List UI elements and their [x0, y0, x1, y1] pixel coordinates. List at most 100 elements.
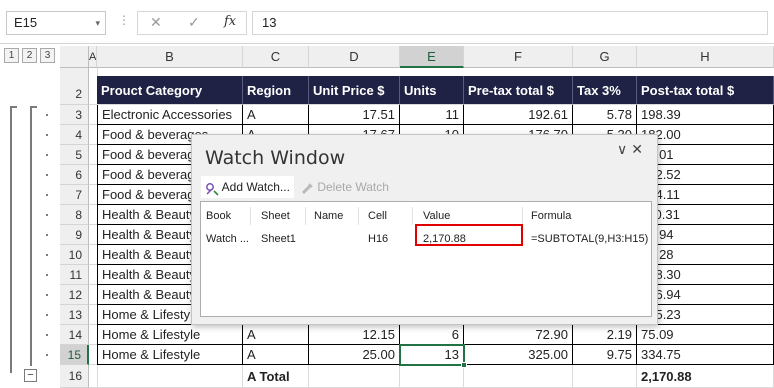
row-header-9[interactable]: 9 [60, 225, 89, 245]
watch-col-book[interactable]: Book [201, 207, 251, 225]
column-header-c[interactable]: C [243, 46, 309, 68]
table-cell[interactable]: 25.00 [309, 345, 400, 365]
table-cell[interactable]: 6 [400, 325, 464, 345]
column-header-f[interactable]: F [464, 46, 573, 68]
table-cell[interactable]: Home & Lifestyle [97, 325, 243, 345]
name-box-value: E15 [14, 15, 38, 30]
row-header-8[interactable]: 8 [60, 205, 89, 225]
table-header-cell[interactable]: Post-tax total $ [637, 76, 774, 105]
table-cell[interactable]: 198.39 [637, 105, 774, 125]
outline-bar-level2-cap [30, 106, 37, 108]
column-header-g[interactable]: G [573, 46, 637, 68]
row-header-4[interactable]: 4 [60, 125, 89, 145]
row-header-12[interactable]: 12 [60, 285, 89, 305]
row-header-5[interactable]: 5 [60, 145, 89, 165]
outline-dot [46, 274, 48, 276]
total-row-cell[interactable]: A Total [243, 365, 309, 388]
table-header-cell[interactable]: Units [400, 76, 464, 105]
table-cell[interactable]: 11 [400, 105, 464, 125]
add-watch-button[interactable]: Add Watch... [201, 176, 294, 198]
column-header-b[interactable]: B [97, 46, 243, 68]
watch-col-cell[interactable]: Cell [363, 207, 413, 225]
delete-watch-button[interactable]: Delete Watch [296, 176, 393, 198]
outline-dot [46, 354, 48, 356]
table-cell[interactable]: 75.09 [637, 325, 774, 345]
collapse-group-button[interactable]: − [24, 369, 37, 382]
row-header-7[interactable]: 7 [60, 185, 89, 205]
table-cell[interactable]: 72.90 [464, 325, 573, 345]
watch-col-name[interactable]: Name [309, 207, 359, 225]
table-cell[interactable]: A [243, 345, 309, 365]
outline-dot [46, 174, 48, 176]
watch-formula: =SUBTOTAL(9,H3:H15) [531, 233, 649, 245]
column-header-h[interactable]: H [637, 46, 774, 68]
total-row-cell[interactable] [464, 365, 573, 388]
table-cell[interactable]: 9.75 [573, 345, 637, 365]
total-row-cell[interactable] [573, 365, 637, 388]
fill-handle[interactable] [461, 362, 467, 368]
row-header-6[interactable]: 6 [60, 165, 89, 185]
column-header-a[interactable]: A [89, 46, 97, 68]
table-cell[interactable]: A [243, 105, 309, 125]
selected-cell-outline [399, 344, 465, 366]
table-header-cell[interactable]: Pre-tax total $ [464, 76, 573, 105]
table-header-cell[interactable]: Region [243, 76, 309, 105]
outline-dot [46, 314, 48, 316]
row-header-14[interactable]: 14 [60, 325, 89, 345]
row-header-15[interactable]: 15 [60, 345, 89, 365]
window-controls: ∨✕ [617, 141, 647, 158]
total-row-cell[interactable] [400, 365, 464, 388]
watch-cell: H16 [368, 233, 389, 245]
total-row-cell[interactable] [97, 365, 243, 388]
watch-col-value[interactable]: Value [418, 207, 523, 225]
table-cell[interactable]: 12.15 [309, 325, 400, 345]
outline-dot [46, 234, 48, 236]
table-cell[interactable]: Electronic Accessories [97, 105, 243, 125]
watch-window-title: Watch Window [205, 147, 346, 169]
watch-col-formula[interactable]: Formula [526, 207, 646, 225]
row-header-10[interactable]: 10 [60, 245, 89, 265]
column-header-e[interactable]: E [400, 46, 464, 68]
outline-dot [46, 254, 48, 256]
row-header-3[interactable]: 3 [60, 105, 89, 125]
more-options-icon[interactable]: ⋮ [118, 13, 131, 27]
outline-dot [46, 194, 48, 196]
outline-level-button-3[interactable]: 3 [40, 48, 55, 63]
table-header-cell[interactable]: Prouct Category [97, 76, 243, 105]
select-all-corner[interactable] [60, 46, 89, 68]
row-header-11[interactable]: 11 [60, 265, 89, 285]
table-cell[interactable]: 5.78 [573, 105, 637, 125]
watch-sheet: Sheet1 [261, 233, 296, 245]
table-header-cell[interactable]: Tax 3% [573, 76, 637, 105]
outline-level-button-1[interactable]: 1 [4, 48, 19, 63]
watch-name [309, 229, 361, 249]
table-cell[interactable]: 192.61 [464, 105, 573, 125]
formula-bar: E15 ▾ ⋮ ✕ ✓ fx 13 [0, 0, 774, 44]
table-header-cell[interactable]: Unit Price $ [309, 76, 400, 105]
table-cell[interactable]: Home & Lifestyle [97, 345, 243, 365]
cancel-icon[interactable]: ✕ [150, 14, 162, 31]
formula-input[interactable]: 13 [252, 11, 768, 35]
watch-col-sheet[interactable]: Sheet [256, 207, 306, 225]
row-header-16[interactable]: 16 [60, 365, 89, 388]
total-row-cell[interactable] [309, 365, 400, 388]
outline-bar-level2 [30, 106, 32, 366]
table-cell[interactable]: 325.00 [464, 345, 573, 365]
table-cell[interactable]: 2.19 [573, 325, 637, 345]
chevron-down-icon[interactable]: ∨ [617, 141, 631, 157]
row-header-13[interactable]: 13 [60, 305, 89, 325]
column-header-d[interactable]: D [309, 46, 400, 68]
row-header-2[interactable]: 2 [60, 68, 89, 105]
total-row-cell[interactable]: 2,170.88 [637, 365, 774, 388]
table-cell[interactable]: A [243, 325, 309, 345]
table-cell[interactable]: 17.51 [309, 105, 400, 125]
close-icon[interactable]: ✕ [631, 141, 647, 157]
insert-function-icon[interactable]: fx [224, 14, 236, 29]
chevron-down-icon[interactable]: ▾ [95, 12, 100, 34]
watch-list[interactable]: Book Sheet Name Cell Value Formula Watch… [200, 201, 652, 317]
enter-icon[interactable]: ✓ [188, 14, 200, 31]
outline-level-button-2[interactable]: 2 [22, 48, 37, 63]
value-highlight-box [415, 224, 523, 246]
table-cell[interactable]: 334.75 [637, 345, 774, 365]
name-box[interactable]: E15 ▾ [6, 11, 106, 35]
